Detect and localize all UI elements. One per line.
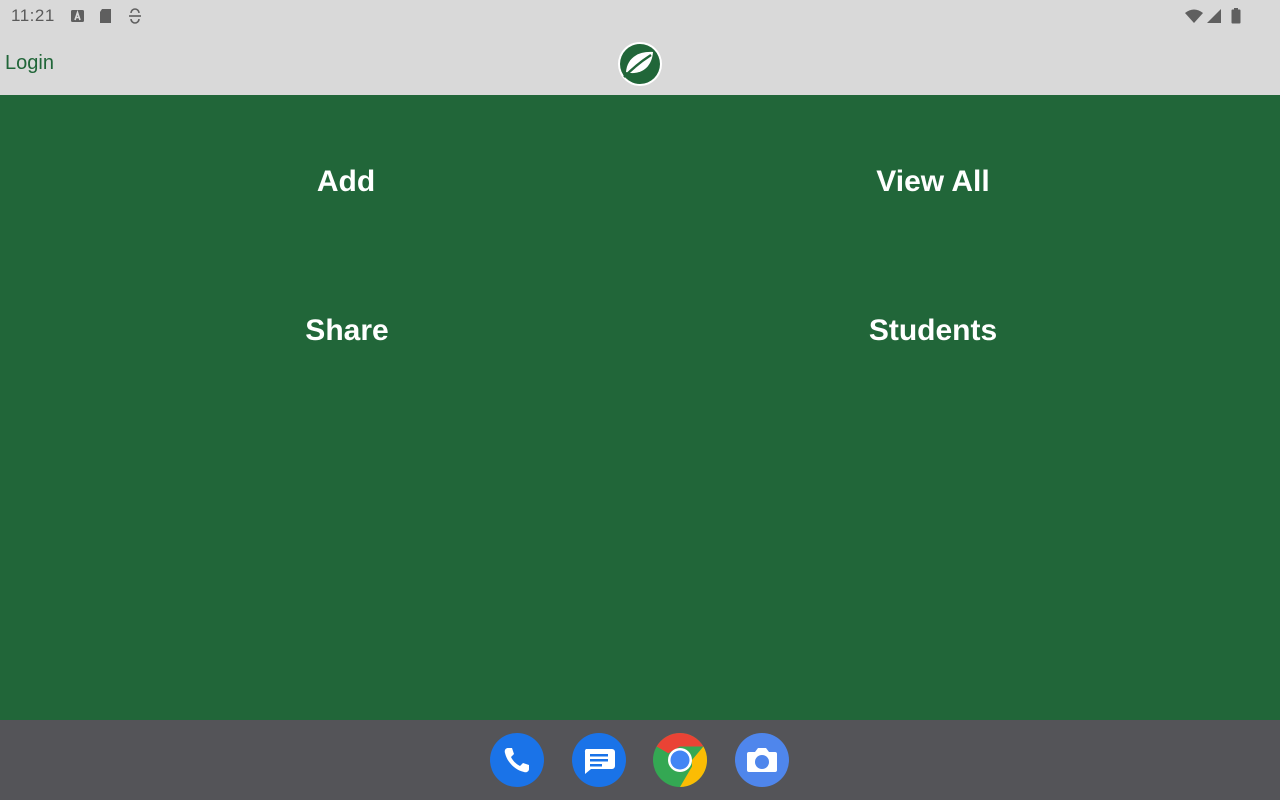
sd-card-icon — [98, 8, 114, 24]
status-bar: 11:21 — [0, 0, 1280, 32]
chrome-icon[interactable] — [652, 732, 708, 788]
login-link[interactable]: Login — [5, 52, 54, 75]
students-button[interactable]: Students — [869, 314, 997, 348]
keyboard-a-icon — [70, 8, 86, 24]
app-dock — [0, 720, 1280, 800]
messages-icon[interactable] — [571, 732, 627, 788]
view-all-button[interactable]: View All — [876, 165, 989, 199]
share-button[interactable]: Share — [305, 314, 388, 348]
status-time: 11:21 — [11, 6, 55, 25]
battery-icon — [1230, 8, 1242, 24]
cell-signal-icon — [1206, 8, 1222, 24]
camera-icon[interactable] — [734, 732, 790, 788]
app-bar: Login — [0, 32, 1280, 95]
phone-icon[interactable] — [489, 732, 545, 788]
main-panel: Add View All Share Students — [0, 95, 1280, 720]
leaf-logo-icon — [617, 41, 663, 87]
sync-icon — [127, 8, 143, 24]
add-button[interactable]: Add — [317, 165, 375, 199]
wifi-icon — [1184, 8, 1204, 24]
